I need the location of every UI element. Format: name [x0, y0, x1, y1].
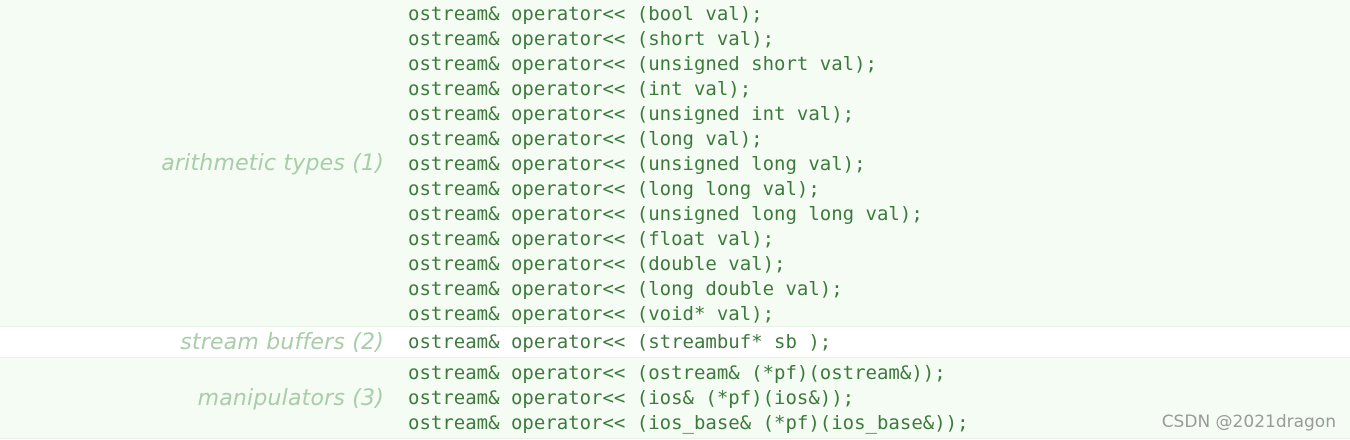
code-line: ostream& operator<< (long val); — [408, 128, 763, 150]
overload-table: arithmetic types (1) ostream& operator<<… — [0, 0, 1350, 439]
code-line: ostream& operator<< (int val); — [408, 78, 752, 100]
section-label-stream-buffers: stream buffers (2) — [180, 329, 384, 355]
code-line: ostream& operator<< (unsigned int val); — [408, 103, 855, 125]
watermark: CSDN @2021dragon — [1161, 412, 1336, 432]
section-label-arithmetic-types: arithmetic types (1) — [161, 150, 384, 176]
code-line: ostream& operator<< (short val); — [408, 28, 775, 50]
code-line: ostream& operator<< (long long val); — [408, 178, 820, 200]
code-block-stream-buffers: ostream& operator<< (streambuf* sb ); — [400, 327, 1350, 357]
section-manipulators: manipulators (3) ostream& operator<< (os… — [0, 358, 1350, 439]
code-block-arithmetic-types: ostream& operator<< (bool val); ostream&… — [400, 0, 1350, 326]
code-line: ostream& operator<< (unsigned long val); — [408, 153, 866, 175]
section-arithmetic-types: arithmetic types (1) ostream& operator<<… — [0, 0, 1350, 327]
code-line: ostream& operator<< (unsigned long long … — [408, 203, 923, 225]
code-line: ostream& operator<< (float val); — [408, 228, 775, 250]
code-line: ostream& operator<< (ios& (*pf)(ios&)); — [408, 387, 855, 409]
code-line: ostream& operator<< (bool val); — [408, 3, 763, 25]
code-line: ostream& operator<< (long double val); — [408, 278, 843, 300]
section-label-manipulators: manipulators (3) — [197, 385, 384, 411]
section-stream-buffers: stream buffers (2) ostream& operator<< (… — [0, 327, 1350, 358]
code-line: ostream& operator<< (streambuf* sb ); — [408, 331, 832, 353]
code-line: ostream& operator<< (double val); — [408, 253, 786, 275]
code-line: ostream& operator<< (unsigned short val)… — [408, 53, 877, 75]
code-line: ostream& operator<< (void* val); — [408, 303, 775, 325]
code-line: ostream& operator<< (ostream& (*pf)(ostr… — [408, 362, 946, 384]
